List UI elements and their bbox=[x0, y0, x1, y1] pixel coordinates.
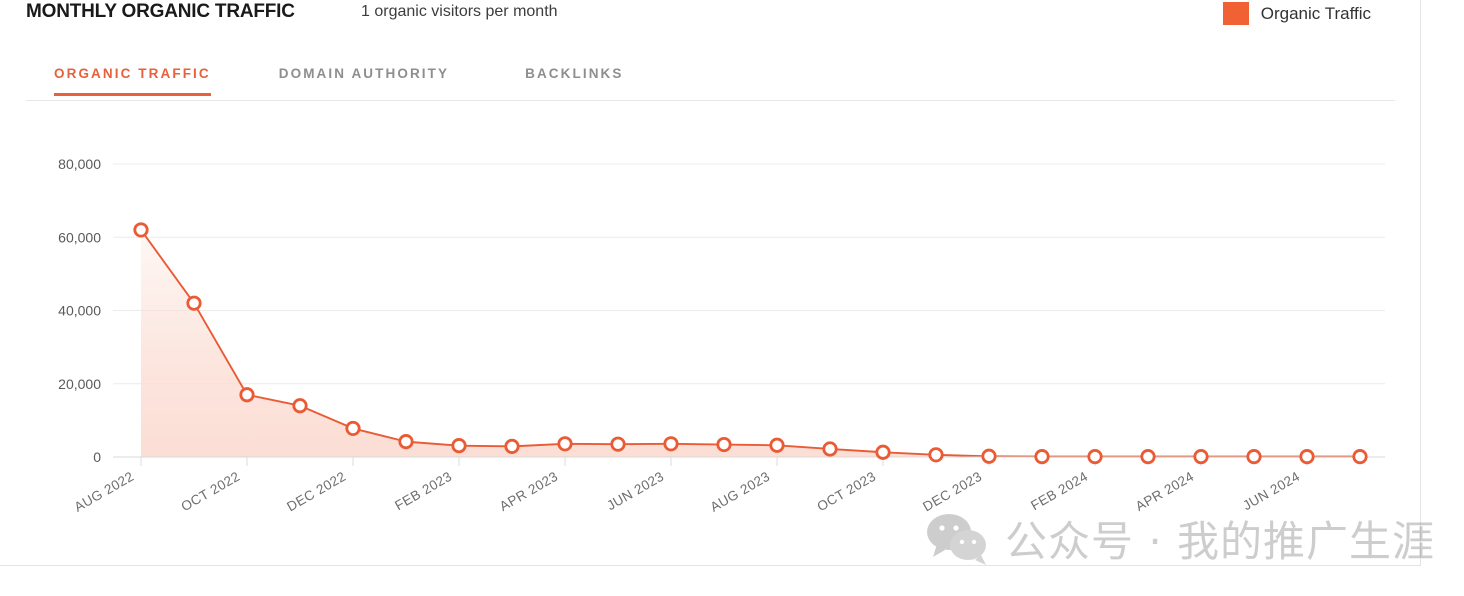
x-axis-tick-label: DEC 2023 bbox=[920, 469, 984, 515]
legend-label: Organic Traffic bbox=[1260, 3, 1371, 23]
data-point-marker[interactable] bbox=[928, 447, 944, 463]
data-point-marker[interactable] bbox=[981, 448, 997, 464]
page-title: MONTHLY ORGANIC TRAFFIC bbox=[26, 1, 295, 22]
tab-backlinks[interactable]: BACKLINKS bbox=[525, 66, 623, 96]
data-point-marker[interactable] bbox=[557, 436, 573, 452]
x-axis-tick-label: FEB 2024 bbox=[1028, 469, 1090, 514]
x-axis-tick-label: DEC 2022 bbox=[284, 469, 348, 515]
tab-bar: ORGANIC TRAFFIC DOMAIN AUTHORITY BACKLIN… bbox=[26, 66, 1395, 101]
data-point-marker[interactable] bbox=[769, 437, 785, 453]
y-axis-tick-label: 20,000 bbox=[58, 376, 101, 392]
x-axis-tick-label: APR 2023 bbox=[497, 469, 561, 514]
data-point-marker[interactable] bbox=[1087, 449, 1103, 465]
x-axis-tick-label: JUN 2024 bbox=[1240, 469, 1302, 514]
area-fill bbox=[141, 229, 1360, 457]
x-axis-labels: AUG 2022 OCT 2022 DEC 2022 FEB 2023 APR 2023… bbox=[72, 469, 1303, 515]
data-point-marker[interactable] bbox=[1352, 449, 1368, 465]
data-point-marker[interactable] bbox=[1246, 449, 1262, 465]
data-point-marker[interactable] bbox=[1193, 449, 1209, 465]
data-point-marker[interactable] bbox=[345, 420, 361, 437]
data-point-marker[interactable] bbox=[1034, 449, 1050, 465]
x-axis-tick-label: FEB 2023 bbox=[392, 469, 454, 514]
x-axis-tick-label: AUG 2022 bbox=[72, 469, 137, 515]
data-point-marker[interactable] bbox=[1140, 449, 1156, 465]
x-axis-tick-label: OCT 2023 bbox=[814, 469, 878, 515]
tab-organic-traffic[interactable]: ORGANIC TRAFFIC bbox=[54, 66, 211, 96]
y-axis-tick-label: 0 bbox=[93, 449, 101, 465]
y-axis-tick-label: 60,000 bbox=[58, 229, 101, 245]
data-point-marker[interactable] bbox=[451, 438, 467, 454]
x-axis-tick-label: AUG 2023 bbox=[708, 469, 773, 515]
y-axis-tick-label: 40,000 bbox=[58, 303, 101, 319]
data-point-marker[interactable] bbox=[186, 295, 202, 311]
chart-legend: Organic Traffic bbox=[1222, 2, 1371, 25]
x-axis-tick-label: JUN 2023 bbox=[604, 469, 666, 514]
y-axis-labels: 0 20,000 40,000 60,000 80,000 bbox=[58, 156, 101, 465]
data-point-marker[interactable] bbox=[663, 436, 679, 452]
organic-traffic-chart: 0 20,000 40,000 60,000 80,000 AUG 2022 OCT 20… bbox=[0, 108, 1421, 563]
x-axis-ticks bbox=[140, 457, 1308, 466]
data-point-marker[interactable] bbox=[239, 387, 255, 403]
y-axis-tick-label: 80,000 bbox=[58, 156, 101, 172]
data-point-marker[interactable] bbox=[133, 222, 149, 238]
data-point-marker[interactable] bbox=[822, 441, 838, 457]
data-point-marker[interactable] bbox=[610, 436, 626, 452]
chart-canvas: 0 20,000 40,000 60,000 80,000 AUG 2022 OCT 20… bbox=[58, 156, 1385, 515]
tab-domain-authority[interactable]: DOMAIN AUTHORITY bbox=[279, 66, 449, 96]
data-point-marker[interactable] bbox=[292, 398, 308, 414]
data-point-marker[interactable] bbox=[398, 434, 414, 450]
legend-swatch-icon bbox=[1222, 2, 1249, 25]
x-axis-tick-label: APR 2024 bbox=[1133, 469, 1197, 514]
data-point-marker[interactable] bbox=[716, 436, 732, 453]
chart-panel: MONTHLY ORGANIC TRAFFIC 1 organic visito… bbox=[0, 0, 1434, 566]
x-axis-tick-label: OCT 2022 bbox=[178, 469, 242, 515]
data-point-marker[interactable] bbox=[875, 444, 891, 460]
chart-subtitle: 1 organic visitors per month bbox=[361, 3, 558, 20]
data-point-marker[interactable] bbox=[504, 438, 520, 454]
chart-header: MONTHLY ORGANIC TRAFFIC 1 organic visito… bbox=[0, 0, 1421, 30]
data-point-marker[interactable] bbox=[1299, 449, 1315, 465]
